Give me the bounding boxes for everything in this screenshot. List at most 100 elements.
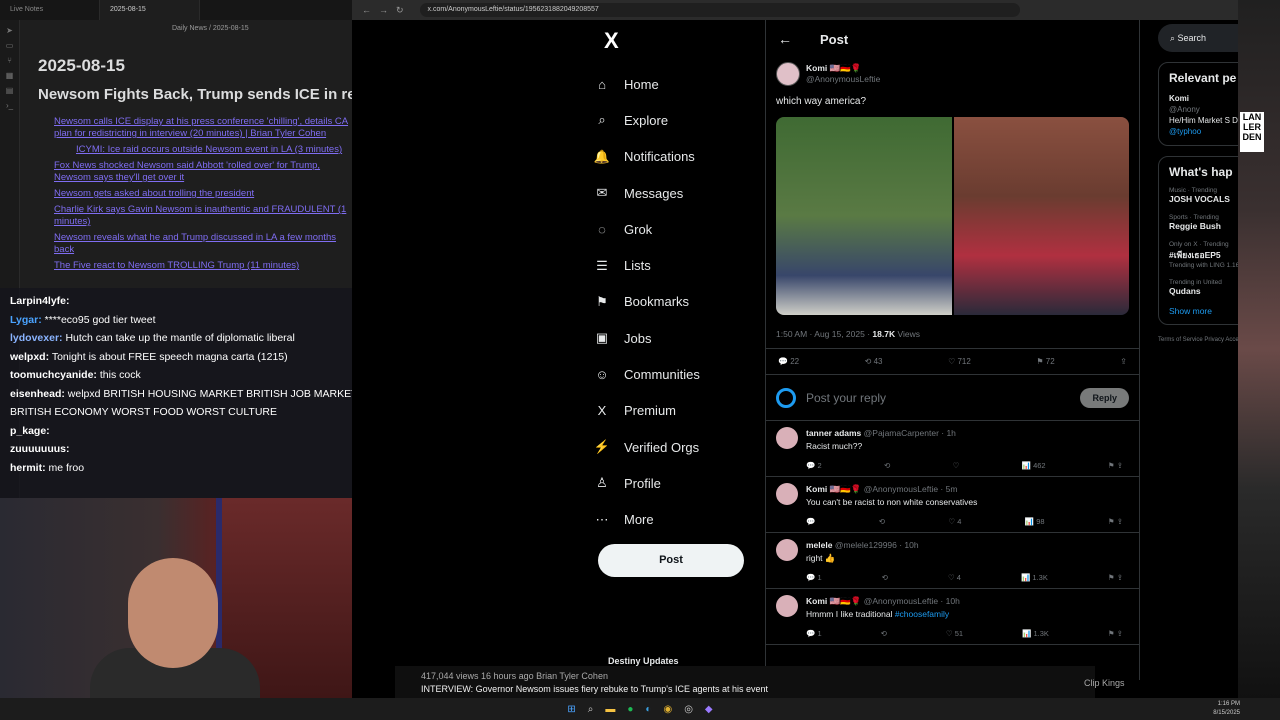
calendar-icon[interactable]: ▤ [0, 86, 19, 95]
windows-start-icon[interactable]: ⊞ [567, 704, 575, 715]
file-icon[interactable]: ▭ [0, 41, 19, 50]
comment[interactable]: tanner adams @PajamaCarpenter · 1h Racis… [766, 421, 1139, 477]
post-header-title: Post [820, 31, 849, 47]
comment[interactable]: Komi 🇺🇸🇩🇪🌹 @AnonymousLeftie · 10h Hmmm I… [766, 589, 1139, 645]
system-tray[interactable]: 1:16 PM 8/15/2025 [1213, 698, 1240, 720]
search-icon[interactable]: ⌕ [588, 704, 594, 715]
nav-lists[interactable]: ☰ Lists [592, 247, 762, 283]
reload-icon[interactable]: ↻ [396, 5, 404, 16]
comment[interactable]: melele @melele129996 · 10h right 👍 💬 1 ⟲ ♡… [766, 533, 1139, 589]
nav-jobs[interactable]: ▣ Jobs [592, 320, 762, 356]
notes-tab-active[interactable]: 2025-08-15 [100, 0, 200, 20]
comment-author[interactable]: Komi 🇺🇸🇩🇪🌹 [806, 596, 861, 606]
note-link[interactable]: Newsom calls ICE display at his press co… [54, 116, 352, 140]
comment-author[interactable]: melele [806, 540, 832, 550]
hashtag-link[interactable]: #choosefamily [895, 609, 949, 619]
edge-icon[interactable]: ◐ [645, 704, 651, 715]
bookmark-icon[interactable]: ⚑ ⇪ [1108, 459, 1123, 472]
reply-icon[interactable]: 💬 1 [806, 571, 822, 584]
repost-icon[interactable]: ⟲ [881, 627, 887, 640]
comment[interactable]: Komi 🇺🇸🇩🇪🌹 @AnonymousLeftie · 5m You can… [766, 477, 1139, 533]
reply-button[interactable]: Reply [1080, 387, 1129, 408]
grid-icon[interactable]: ▦ [0, 71, 19, 80]
nav-premium[interactable]: X Premium [592, 393, 762, 429]
video-title[interactable]: INTERVIEW: Governor Newsom issues fiery … [421, 683, 1069, 696]
views-icon[interactable]: 📊 1.3K [1022, 627, 1049, 640]
forward-icon[interactable]: → [379, 5, 388, 16]
nav-grok[interactable]: ◌ Grok [592, 211, 762, 247]
avatar[interactable] [776, 427, 798, 449]
reply-icon[interactable]: 💬 [806, 515, 815, 528]
comment-author[interactable]: tanner adams [806, 428, 861, 438]
reply-input[interactable]: Post your reply [806, 391, 1080, 405]
nav-explore[interactable]: ⌕ Explore [592, 102, 762, 138]
nav-more[interactable]: ⋯ More [592, 502, 762, 538]
nav-communities[interactable]: ☺ Communities [592, 356, 762, 392]
send-icon[interactable]: ➤ [0, 26, 19, 35]
repost-action[interactable]: ⟲ 43 [865, 357, 883, 366]
share-icon[interactable]: ⇪ [1120, 357, 1127, 366]
post-button[interactable]: Post [598, 544, 744, 577]
author-handle[interactable]: @AnonymousLeftie [806, 74, 880, 84]
like-icon[interactable]: ♡ 51 [946, 627, 963, 640]
reply-icon[interactable]: 💬 1 [806, 627, 822, 640]
family-photo-left[interactable] [776, 117, 952, 315]
nav-home[interactable]: ⌂ Home [592, 66, 762, 102]
like-icon[interactable]: ♡ [953, 459, 960, 472]
author-name[interactable]: Komi 🇺🇸🇩🇪🌹 [806, 63, 861, 73]
views-icon[interactable]: 📊 1.3K [1021, 571, 1048, 584]
post-author[interactable]: Komi 🇺🇸🇩🇪🌹 @AnonymousLeftie [766, 58, 1139, 90]
account-switcher[interactable]: Destiny Updates [608, 656, 679, 666]
bookmark-icon[interactable]: ⚑ ⇪ [1108, 571, 1123, 584]
back-arrow-icon[interactable]: ← [778, 31, 792, 47]
note-link[interactable]: The Five react to Newsom TROLLING Trump … [54, 260, 352, 272]
note-link[interactable]: Newsom gets asked about trolling the pre… [54, 188, 352, 200]
chrome-icon[interactable]: ◉ [663, 704, 672, 715]
nav-notifications[interactable]: 🔔 Notifications [592, 139, 762, 175]
notes-tab[interactable]: Live Notes [0, 0, 100, 20]
nav-verified-orgs[interactable]: ⚡ Verified Orgs [592, 429, 762, 465]
branch-icon[interactable]: ⑂ [0, 56, 19, 65]
relevant-link[interactable]: @typhoo [1169, 127, 1201, 136]
repost-icon[interactable]: ⟲ [882, 571, 888, 584]
repost-icon[interactable]: ⟲ [879, 515, 885, 528]
note-link[interactable]: Fox News shocked Newsom said Abbott 'rol… [54, 160, 352, 184]
views-icon[interactable]: 📊 462 [1022, 459, 1046, 472]
app-icon[interactable]: ◎ [684, 704, 693, 715]
note-link[interactable]: Charlie Kirk says Gavin Newsom is inauth… [54, 204, 352, 228]
bookmark-icon[interactable]: ⚑ ⇪ [1108, 627, 1123, 640]
obsidian-icon[interactable]: ◆ [705, 704, 713, 715]
comment-author[interactable]: Komi 🇺🇸🇩🇪🌹 [806, 484, 861, 494]
repost-icon[interactable]: ⟲ [884, 459, 890, 472]
note-link[interactable]: ICYMI: Ice raid occurs outside Newsom ev… [76, 144, 352, 156]
terminal-icon[interactable]: ›_ [0, 101, 19, 110]
back-icon[interactable]: ← [362, 5, 371, 16]
reply-icon[interactable]: 💬 2 [806, 459, 822, 472]
avatar[interactable] [776, 539, 798, 561]
bookmark-icon[interactable]: ⚑ ⇪ [1108, 515, 1123, 528]
reply-action[interactable]: 💬 22 [778, 357, 799, 366]
like-action[interactable]: ♡ 712 [948, 357, 971, 366]
chat-message: Larpin4lyfe: [10, 292, 385, 311]
nav-bookmarks[interactable]: ⚑ Bookmarks [592, 284, 762, 320]
relevant-name[interactable]: Komi [1169, 94, 1189, 103]
comment-stats: 💬 ⟲ ♡ 4 📊 98 ⚑ ⇪ [806, 515, 1129, 528]
avatar[interactable] [776, 62, 800, 86]
streamer-face [128, 558, 218, 668]
x-logo-icon[interactable]: X [604, 28, 762, 54]
family-photo-right[interactable] [953, 117, 1129, 315]
views-icon[interactable]: 📊 98 [1025, 515, 1045, 528]
avatar[interactable] [776, 483, 798, 505]
note-link[interactable]: Newsom reveals what he and Trump discuss… [54, 232, 352, 256]
avatar[interactable] [776, 595, 798, 617]
url-field[interactable]: x.com/AnonymousLeftie/status/19562318820… [419, 3, 1020, 17]
spotify-icon[interactable]: ● [627, 704, 633, 715]
views-label: Views [895, 329, 920, 339]
bookmark-action[interactable]: ⚑ 72 [1036, 357, 1054, 366]
nav-messages[interactable]: ✉ Messages [592, 175, 762, 211]
nav-profile[interactable]: ♙ Profile [592, 465, 762, 501]
like-icon[interactable]: ♡ 4 [948, 571, 961, 584]
channel-name[interactable]: Clip Kings [1084, 678, 1125, 688]
file-explorer-icon[interactable]: ▬ [605, 704, 615, 715]
like-icon[interactable]: ♡ 4 [948, 515, 961, 528]
